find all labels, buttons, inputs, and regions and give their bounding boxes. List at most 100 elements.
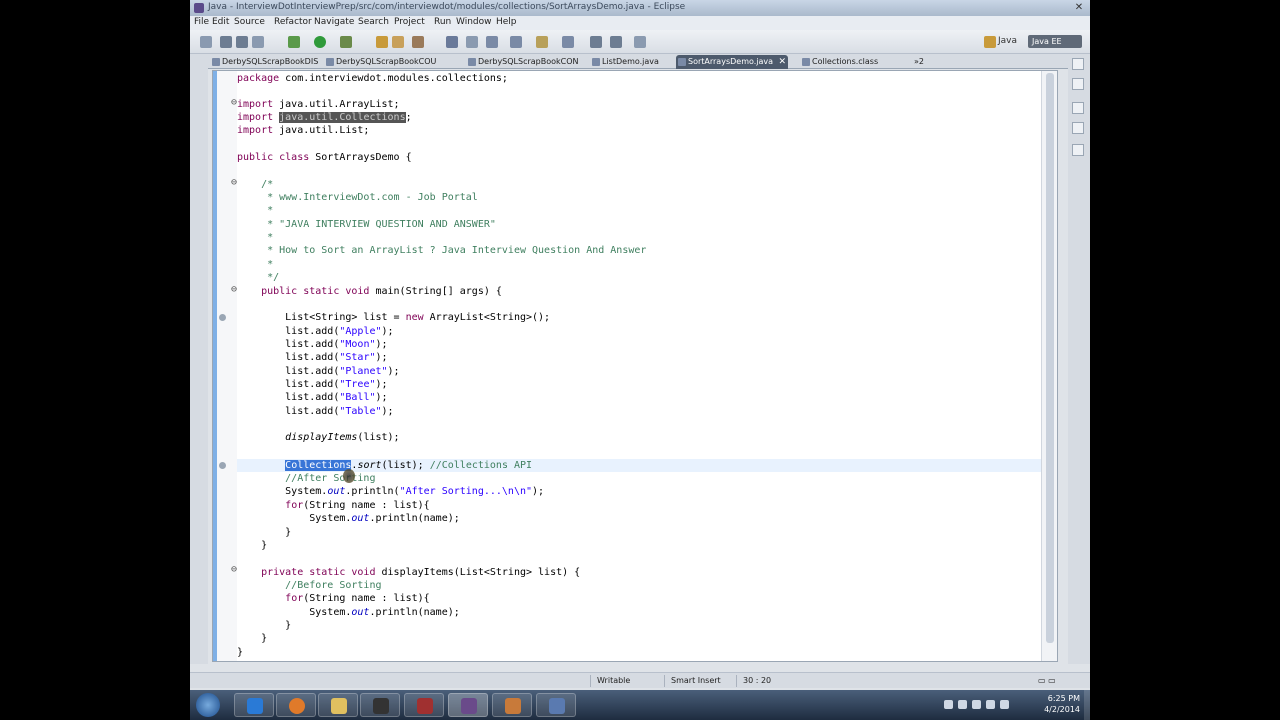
maximize-icon[interactable] — [1072, 78, 1084, 90]
tab-derby-dis[interactable]: DerbySQLScrapBookDIS — [210, 55, 318, 69]
static-field: out — [327, 486, 346, 497]
package-name: com.interviewdot.modules.collections; — [279, 73, 508, 84]
close-tab-icon[interactable]: ✕ — [778, 55, 786, 69]
vertical-scrollbar[interactable] — [1041, 71, 1057, 661]
block-selection-icon[interactable] — [486, 36, 498, 48]
task-eclipse[interactable] — [448, 693, 488, 717]
keyword: import — [237, 99, 274, 110]
menu-source[interactable]: Source — [234, 17, 265, 27]
tab-sortarraysdemo[interactable]: SortArraysDemo.java ✕ — [676, 55, 788, 69]
tray-arrow-icon[interactable] — [944, 700, 953, 709]
status-writable: Writable — [590, 675, 660, 687]
close-button[interactable]: ✕ — [1072, 2, 1086, 14]
menu-project[interactable]: Project — [394, 17, 425, 27]
menu-edit[interactable]: Edit — [212, 17, 229, 27]
code-text: list.add( — [237, 339, 340, 350]
tab-listdemo[interactable]: ListDemo.java — [590, 55, 670, 69]
open-resource-icon[interactable] — [392, 36, 404, 48]
perspective-java[interactable]: Java — [998, 36, 1017, 46]
debug-icon[interactable] — [288, 36, 300, 48]
code-line: public static void main(String[] args) { — [237, 285, 502, 298]
prev-annotation-icon[interactable] — [562, 36, 574, 48]
string-literal: "Table" — [339, 406, 382, 417]
task-app-blue[interactable] — [536, 693, 576, 717]
tab-derby-con[interactable]: DerbySQLScrapBookCON — [466, 55, 579, 69]
tab-overflow[interactable]: »2 — [902, 55, 928, 69]
comment-line: * How to Sort an ArrayList ? Java Interv… — [237, 245, 647, 256]
menu-bar: File Edit Source Refactor Navigate Searc… — [190, 16, 1090, 30]
marker-icon — [219, 314, 226, 321]
java-perspective-icon[interactable] — [984, 36, 996, 48]
import-path: java.util.List; — [273, 125, 370, 136]
new-icon[interactable] — [200, 36, 212, 48]
task-ie[interactable] — [234, 693, 274, 717]
task-firefox[interactable] — [276, 693, 316, 717]
task-app-orange[interactable] — [492, 693, 532, 717]
menu-search[interactable]: Search — [358, 17, 389, 27]
file-icon — [326, 58, 334, 66]
title-bar: Java - InterviewDotInterviewPrep/src/com… — [190, 0, 1090, 16]
menu-navigate[interactable]: Navigate — [314, 17, 354, 27]
code-editor[interactable]: ⊖ ⊖ ⊖ ⊖ package com.interviewdot.modules… — [212, 70, 1058, 662]
code-text: list.add( — [237, 392, 340, 403]
outline-view-icon[interactable] — [1072, 102, 1084, 114]
code-line: for(String name : list){ — [237, 499, 430, 512]
static-field: out — [351, 607, 370, 618]
string-literal: "Ball" — [339, 392, 376, 403]
minimize-icon[interactable] — [1072, 58, 1084, 70]
save-icon[interactable] — [220, 36, 232, 48]
annotation-icon[interactable] — [466, 36, 478, 48]
clock-date[interactable]: 4/2/2014 — [1044, 705, 1080, 714]
menu-file[interactable]: File — [194, 17, 209, 27]
keyword: for — [285, 500, 304, 511]
next-annotation-icon[interactable] — [536, 36, 548, 48]
external-tools-icon[interactable] — [340, 36, 352, 48]
task-app-red[interactable] — [404, 693, 444, 717]
code-line: list.add("Planet"); — [237, 365, 399, 378]
tab-collections-class[interactable]: Collections.class — [800, 55, 896, 69]
back-icon[interactable] — [590, 36, 602, 48]
keyword: new — [405, 312, 424, 323]
battery-icon[interactable] — [986, 700, 995, 709]
occurrence-highlight: java.util.Collections — [279, 112, 406, 123]
code-text: (list); — [357, 432, 400, 443]
selected-text[interactable]: Collections — [285, 460, 352, 471]
flag-icon[interactable] — [1000, 700, 1009, 709]
clock-time[interactable]: 6:25 PM — [1048, 694, 1080, 703]
forward-icon[interactable] — [610, 36, 622, 48]
scrollbar-thumb[interactable] — [1046, 73, 1054, 643]
status-bar: Writable Smart Insert 30 : 20 ▭ ▭ — [190, 672, 1090, 688]
network-icon[interactable] — [958, 700, 967, 709]
code-line: list.add("Star"); — [237, 351, 387, 364]
code-text: ); — [381, 326, 394, 337]
print-icon[interactable] — [252, 36, 264, 48]
perspective-other[interactable]: Java EE — [1028, 35, 1082, 48]
tab-label: DerbySQLScrapBookCON — [478, 57, 579, 66]
menu-window[interactable]: Window — [456, 17, 492, 27]
code-text: list.add( — [237, 379, 340, 390]
open-type-icon[interactable] — [376, 36, 388, 48]
tab-derby-cou[interactable]: DerbySQLScrapBookCOU — [324, 55, 452, 69]
start-button[interactable] — [196, 693, 220, 717]
right-trim — [1068, 54, 1090, 664]
menu-refactor[interactable]: Refactor — [274, 17, 312, 27]
toggle-mark-icon[interactable] — [446, 36, 458, 48]
menu-run[interactable]: Run — [434, 17, 451, 27]
search-icon[interactable] — [412, 36, 424, 48]
app-icon — [417, 698, 433, 714]
progress-icon[interactable]: ▭ ▭ — [1032, 675, 1072, 687]
forward-history-icon[interactable] — [634, 36, 646, 48]
volume-icon[interactable] — [972, 700, 981, 709]
show-desktop-button[interactable] — [1084, 690, 1090, 720]
show-whitespace-icon[interactable] — [510, 36, 522, 48]
console-view-icon[interactable] — [1072, 144, 1084, 156]
run-icon[interactable] — [314, 36, 326, 48]
task-media[interactable] — [360, 693, 400, 717]
code-line: } — [237, 647, 244, 658]
save-all-icon[interactable] — [236, 36, 248, 48]
task-explorer[interactable] — [318, 693, 358, 717]
task-list-icon[interactable] — [1072, 122, 1084, 134]
menu-help[interactable]: Help — [496, 17, 517, 27]
code-line: displayItems(list); — [237, 431, 400, 444]
